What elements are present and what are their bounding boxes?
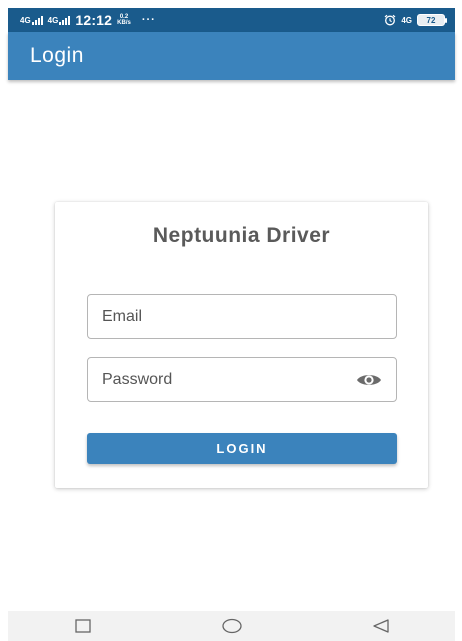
network-speed-unit: KB/s xyxy=(117,20,131,26)
password-field[interactable] xyxy=(87,357,397,402)
alarm-icon xyxy=(384,14,396,26)
app-name-heading: Neptuunia Driver xyxy=(152,224,331,247)
email-input[interactable] xyxy=(102,295,382,338)
password-input[interactable] xyxy=(102,358,356,401)
network-type-1: 4G xyxy=(20,15,31,25)
show-password-icon[interactable] xyxy=(356,371,382,389)
status-right-group: 4G 72 xyxy=(384,14,447,26)
network-speed: 0.2 KB/s xyxy=(117,14,131,26)
system-nav-bar xyxy=(8,611,455,641)
back-icon xyxy=(372,619,389,633)
more-notifications-icon: ··· xyxy=(141,14,156,26)
signal-bars-icon xyxy=(31,15,43,25)
login-card: Neptuunia Driver LOGIN xyxy=(55,202,428,488)
network-type-2: 4G xyxy=(47,15,59,25)
login-button[interactable]: LOGIN xyxy=(87,433,397,464)
home-button[interactable] xyxy=(220,614,244,638)
status-bar: 4G 4G 12:12 0.2 KB/s ··· 4G 72 xyxy=(8,8,455,32)
recent-apps-icon xyxy=(74,619,91,633)
signal-2-indicator: 4G xyxy=(47,15,71,25)
signal-bars-icon xyxy=(59,15,71,25)
signal-1-indicator: 4G xyxy=(20,15,43,25)
battery-icon: 72 xyxy=(417,14,447,26)
status-left-group: 4G 4G 12:12 0.2 KB/s ··· xyxy=(20,12,156,28)
recent-apps-button[interactable] xyxy=(71,614,95,638)
battery-level: 72 xyxy=(426,15,436,25)
clock: 12:12 xyxy=(75,12,113,28)
email-field[interactable] xyxy=(87,294,397,339)
home-icon xyxy=(221,618,242,634)
back-button[interactable] xyxy=(369,614,393,638)
network-type-right: 4G xyxy=(401,15,412,25)
page-title: Login xyxy=(30,44,84,67)
app-bar: Login xyxy=(8,32,455,80)
